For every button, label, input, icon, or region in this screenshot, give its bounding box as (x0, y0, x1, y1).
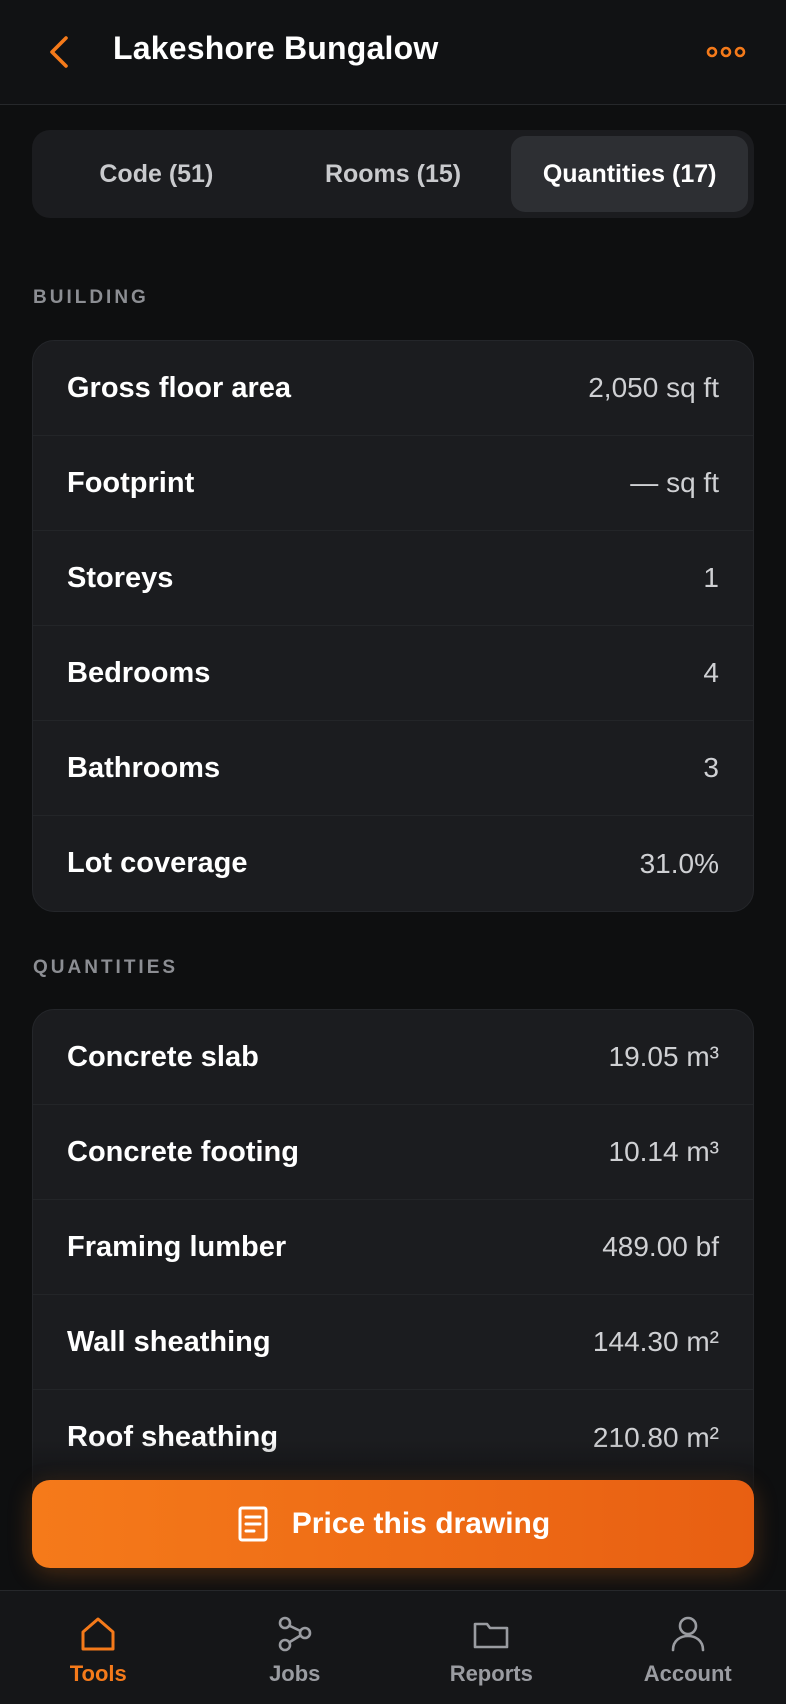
page-title: Lakeshore Bungalow (113, 30, 439, 66)
tabbar-label: Account (643, 1661, 732, 1686)
row-value: 19.05 m³ (608, 1041, 720, 1072)
row-value: — sq ft (630, 467, 719, 498)
row-label: Bathrooms (67, 751, 221, 784)
list-item: Framing lumber 489.00 bf (33, 1200, 753, 1295)
list-item: Bathrooms 3 (33, 721, 753, 816)
segmented-tabs: Code (51) Rooms (15) Quantities (17) (32, 130, 754, 218)
list-item: Footprint — sq ft (33, 436, 753, 531)
user-icon (671, 1616, 705, 1652)
top-app-bar: Lakeshore Bungalow (0, 0, 786, 105)
row-label: Concrete slab (67, 1040, 259, 1073)
row-label: Lot coverage (67, 847, 248, 879)
building-card: Gross floor area 2,050 sq ft Footprint —… (32, 340, 754, 912)
row-label: Footprint (67, 466, 195, 499)
home-icon (81, 1617, 115, 1651)
bottom-tab-bar: Tools Jobs Reports Account (0, 1590, 786, 1704)
tabbar-label: Reports (449, 1661, 533, 1686)
document-icon (238, 1506, 268, 1542)
row-label: Bedrooms (67, 656, 211, 689)
tabbar-item-account[interactable]: Account (590, 1591, 786, 1704)
row-value: 31.0% (639, 847, 719, 879)
tabbar-label: Tools (69, 1661, 127, 1686)
row-label: Gross floor area (67, 371, 292, 404)
tab-quantities[interactable]: Quantities (17) (511, 136, 749, 212)
row-value: 10.14 m³ (608, 1136, 720, 1167)
row-value: 144.30 m² (592, 1326, 719, 1357)
tabbar-label: Jobs (269, 1661, 321, 1686)
chevron-left-icon[interactable] (44, 32, 74, 72)
row-label: Framing lumber (67, 1230, 287, 1263)
price-drawing-label: Price this drawing (291, 1507, 551, 1540)
list-item: Storeys 1 (33, 531, 753, 626)
tab-code[interactable]: Code (51) (38, 136, 275, 212)
row-value: 4 (703, 657, 719, 688)
row-value: 2,050 sq ft (588, 372, 719, 403)
tabbar-item-tools[interactable]: Tools (0, 1591, 197, 1704)
quantities-card: Concrete slab 19.05 m³ Concrete footing … (32, 1009, 754, 1509)
list-item: Wall sheathing 144.30 m² (33, 1295, 753, 1390)
price-drawing-button[interactable]: Price this drawing (32, 1480, 754, 1568)
tab-rooms[interactable]: Rooms (15) (275, 136, 512, 212)
workflow-icon (278, 1616, 312, 1652)
row-label: Storeys (67, 561, 174, 594)
tabbar-item-reports[interactable]: Reports (393, 1591, 590, 1704)
section-label-building: BUILDING (33, 287, 149, 308)
tabbar-item-jobs[interactable]: Jobs (197, 1591, 394, 1704)
folder-icon (473, 1622, 509, 1649)
list-item: Bedrooms 4 (33, 626, 753, 721)
row-value: 489.00 bf (602, 1231, 719, 1262)
row-label: Concrete footing (67, 1135, 299, 1168)
list-item: Lot coverage 31.0% (33, 816, 753, 911)
row-label: Wall sheathing (67, 1325, 271, 1358)
row-value: 1 (703, 562, 719, 593)
list-item: Gross floor area 2,050 sq ft (33, 341, 753, 436)
row-value: 3 (703, 752, 719, 783)
section-label-quantities: QUANTITIES (33, 957, 179, 978)
list-item: Concrete slab 19.05 m³ (33, 1010, 753, 1105)
list-item: Concrete footing 10.14 m³ (33, 1105, 753, 1200)
more-horizontal-icon[interactable] (706, 40, 746, 64)
